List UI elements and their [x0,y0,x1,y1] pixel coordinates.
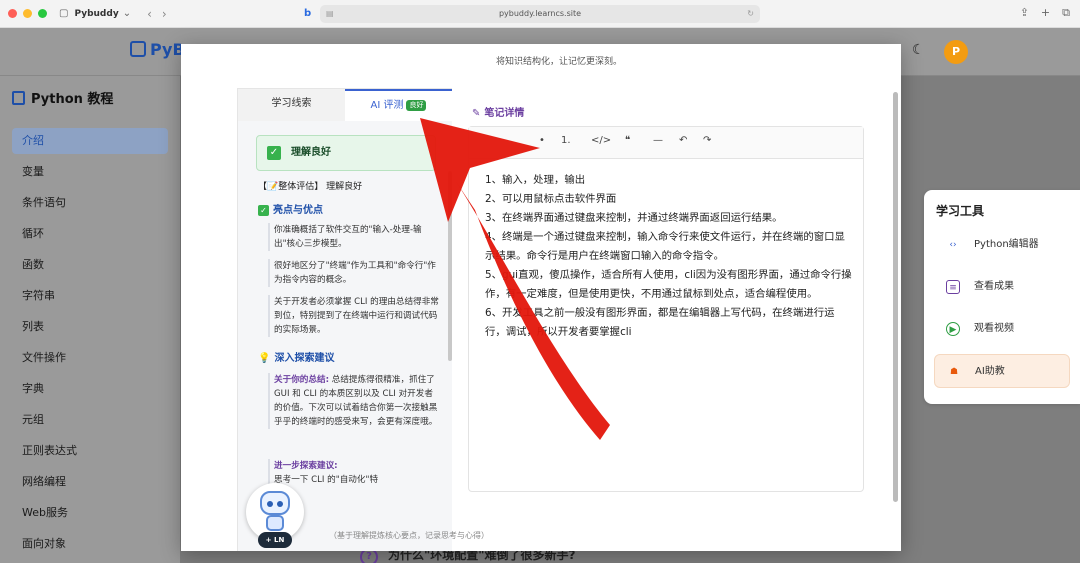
arrow-head [420,118,540,222]
annotation-arrow [420,118,610,440]
arrow-shaft [455,180,610,440]
